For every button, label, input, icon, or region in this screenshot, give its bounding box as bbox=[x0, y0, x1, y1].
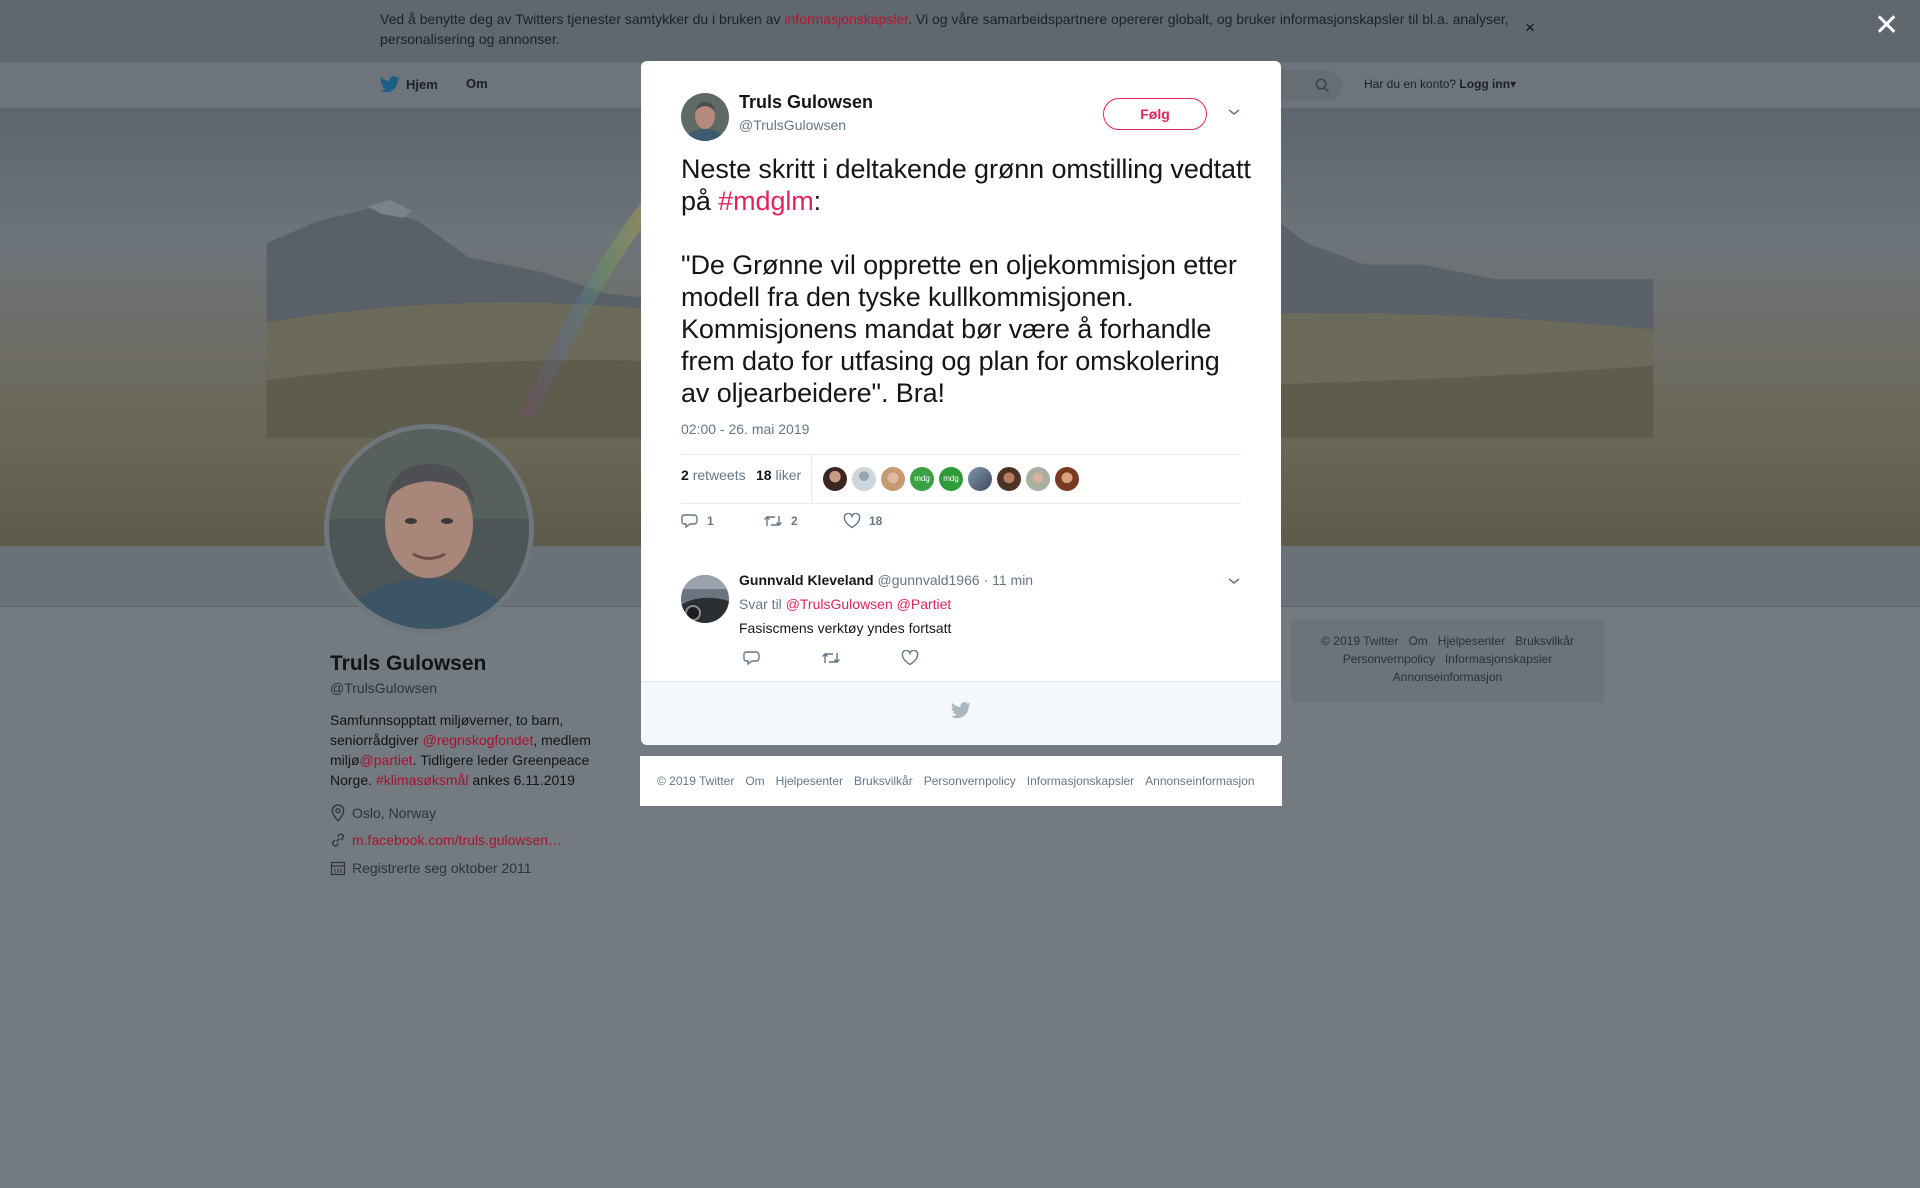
liker-avatar[interactable] bbox=[997, 467, 1021, 491]
reply-to-mention[interactable]: @TrulsGulowsen bbox=[786, 596, 893, 612]
twitter-bird-icon bbox=[951, 702, 971, 719]
footer-link[interactable]: Personvernpolicy bbox=[924, 774, 1016, 788]
author-photo bbox=[681, 93, 729, 141]
footer-link[interactable]: Hjelpesenter bbox=[776, 774, 843, 788]
tweet-stats: 2 retweets 18 liker mdg mdg bbox=[681, 454, 1241, 504]
website-link[interactable]: m.facebook.com/truls.gulowsen… bbox=[352, 832, 562, 848]
modal-bottom-bar bbox=[641, 681, 1281, 745]
heart-icon[interactable] bbox=[901, 650, 919, 666]
profile-name[interactable]: Truls Gulowsen bbox=[330, 652, 486, 676]
footer-link[interactable]: Informasjonskapsler bbox=[1027, 774, 1134, 788]
liker-avatar[interactable] bbox=[1055, 467, 1079, 491]
caret-down-icon: ▾ bbox=[1510, 77, 1517, 91]
retweet-icon[interactable] bbox=[821, 650, 841, 666]
liker-avatar[interactable] bbox=[823, 467, 847, 491]
search-icon bbox=[1315, 78, 1330, 93]
overlay-close-button[interactable]: ✕ bbox=[1874, 11, 1899, 41]
footer-link[interactable]: Om bbox=[1408, 634, 1427, 648]
profile-website: m.facebook.com/truls.gulowsen… bbox=[330, 832, 562, 848]
reply-author-avatar[interactable] bbox=[681, 575, 729, 623]
link-icon bbox=[332, 833, 344, 847]
sidebar-footer: © 2019 Twitter Om Hjelpesenter Bruksvilkår … bbox=[1291, 619, 1604, 702]
reply-tweet[interactable]: Gunnvald Kleveland @gunnvald1966 · 11 mi… bbox=[641, 549, 1281, 681]
liker-avatar[interactable] bbox=[968, 467, 992, 491]
liker-avatar[interactable] bbox=[1026, 467, 1050, 491]
bio-mention-regnskogfondet[interactable]: @regnskogfondet bbox=[423, 732, 534, 748]
liker-avatar[interactable] bbox=[881, 467, 905, 491]
reply-action[interactable]: 1 bbox=[681, 513, 714, 529]
likers-avatars: mdg mdg bbox=[823, 467, 1079, 491]
reply-to: Svar til @TrulsGulowsen @Partiet bbox=[739, 596, 952, 612]
login-area[interactable]: Har du en konto? Logg inn▾ bbox=[1364, 77, 1516, 91]
profile-avatar[interactable] bbox=[324, 424, 534, 634]
profile-joined: Registrerte seg oktober 2011 bbox=[330, 860, 532, 876]
retweet-action[interactable]: 2 bbox=[763, 513, 798, 529]
footer-link[interactable]: Informasjonskapsler bbox=[1445, 652, 1552, 666]
footer-link[interactable]: © 2019 Twitter bbox=[1321, 634, 1398, 648]
reply-header: Gunnvald Kleveland @gunnvald1966 · 11 mi… bbox=[739, 572, 1033, 588]
location-pin-icon bbox=[331, 804, 345, 822]
profile-photo bbox=[329, 429, 529, 629]
profile-location: Oslo, Norway bbox=[330, 804, 436, 822]
profile-bio: Samfunnsopptatt miljøverner, to barn, se… bbox=[330, 712, 591, 788]
tweet-hashtag[interactable]: #mdglm bbox=[718, 186, 814, 216]
nav-about-link[interactable]: Om bbox=[466, 76, 488, 91]
nav-home-link[interactable]: Hjem bbox=[380, 76, 438, 93]
footer-link[interactable]: Bruksvilkår bbox=[854, 774, 913, 788]
reply-time[interactable]: · 11 min bbox=[984, 572, 1034, 588]
author-name[interactable]: Truls Gulowsen bbox=[739, 92, 873, 113]
bio-hashtag[interactable]: #klimasøksmål bbox=[376, 772, 469, 788]
retweets-stat[interactable]: 2 retweets bbox=[681, 467, 746, 483]
footer-link[interactable]: Personvernpolicy bbox=[1343, 652, 1435, 666]
cookie-close-button[interactable]: × bbox=[1525, 18, 1535, 38]
footer-link[interactable]: Hjelpesenter bbox=[1438, 634, 1505, 648]
profile-handle[interactable]: @TrulsGulowsen bbox=[330, 680, 437, 696]
footer-link[interactable]: Annonseinformasjon bbox=[1393, 670, 1502, 684]
liker-avatar[interactable]: mdg bbox=[939, 467, 963, 491]
like-action[interactable]: 18 bbox=[843, 513, 882, 529]
footer-link[interactable]: © 2019 Twitter bbox=[657, 774, 734, 788]
calendar-icon bbox=[330, 861, 346, 876]
follow-button[interactable]: Følg bbox=[1103, 98, 1207, 130]
chevron-down-icon[interactable] bbox=[1227, 576, 1241, 586]
reply-author-name[interactable]: Gunnvald Kleveland bbox=[739, 572, 874, 588]
reply-icon bbox=[681, 514, 698, 529]
tweet-modal: Truls Gulowsen @TrulsGulowsen Følg Neste… bbox=[641, 61, 1281, 745]
twitter-bird-icon bbox=[380, 76, 400, 93]
footer-link[interactable]: Bruksvilkår bbox=[1515, 634, 1574, 648]
reply-author-photo bbox=[681, 575, 729, 623]
cookie-banner: Ved å benytte deg av Twitters tjenester … bbox=[0, 0, 1920, 62]
author-handle[interactable]: @TrulsGulowsen bbox=[739, 117, 846, 133]
footer-link[interactable]: Annonseinformasjon bbox=[1145, 774, 1254, 788]
author-avatar[interactable] bbox=[681, 93, 729, 141]
login-link[interactable]: Logg inn bbox=[1459, 77, 1510, 91]
liker-avatar[interactable]: mdg bbox=[910, 467, 934, 491]
heart-icon bbox=[843, 513, 861, 529]
modal-footer: © 2019 Twitter Om Hjelpesenter Bruksvilkår P… bbox=[640, 756, 1282, 806]
reply-icon[interactable] bbox=[743, 650, 761, 666]
reply-actions bbox=[743, 650, 919, 666]
divider bbox=[811, 455, 812, 503]
liker-avatar[interactable] bbox=[852, 467, 876, 491]
reply-author-handle[interactable]: @gunnvald1966 bbox=[877, 572, 979, 588]
reply-text: Fasiscmens verktøy yndes fortsatt bbox=[739, 620, 952, 636]
chevron-down-icon[interactable] bbox=[1227, 107, 1241, 117]
tweet-timestamp[interactable]: 02:00 - 26. mai 2019 bbox=[681, 421, 809, 437]
tweet-text: Neste skritt i deltakende grønn omstilli… bbox=[681, 154, 1251, 408]
retweet-icon bbox=[764, 516, 782, 526]
bio-mention-partiet[interactable]: @partiet bbox=[360, 752, 413, 768]
likes-stat[interactable]: 18 liker bbox=[756, 467, 801, 483]
cookie-link[interactable]: informasjonskapsler bbox=[784, 11, 908, 27]
footer-link[interactable]: Om bbox=[745, 774, 764, 788]
reply-to-mention[interactable]: @Partiet bbox=[897, 596, 952, 612]
cookie-text: Ved å benytte deg av Twitters tjenester … bbox=[380, 11, 1509, 47]
